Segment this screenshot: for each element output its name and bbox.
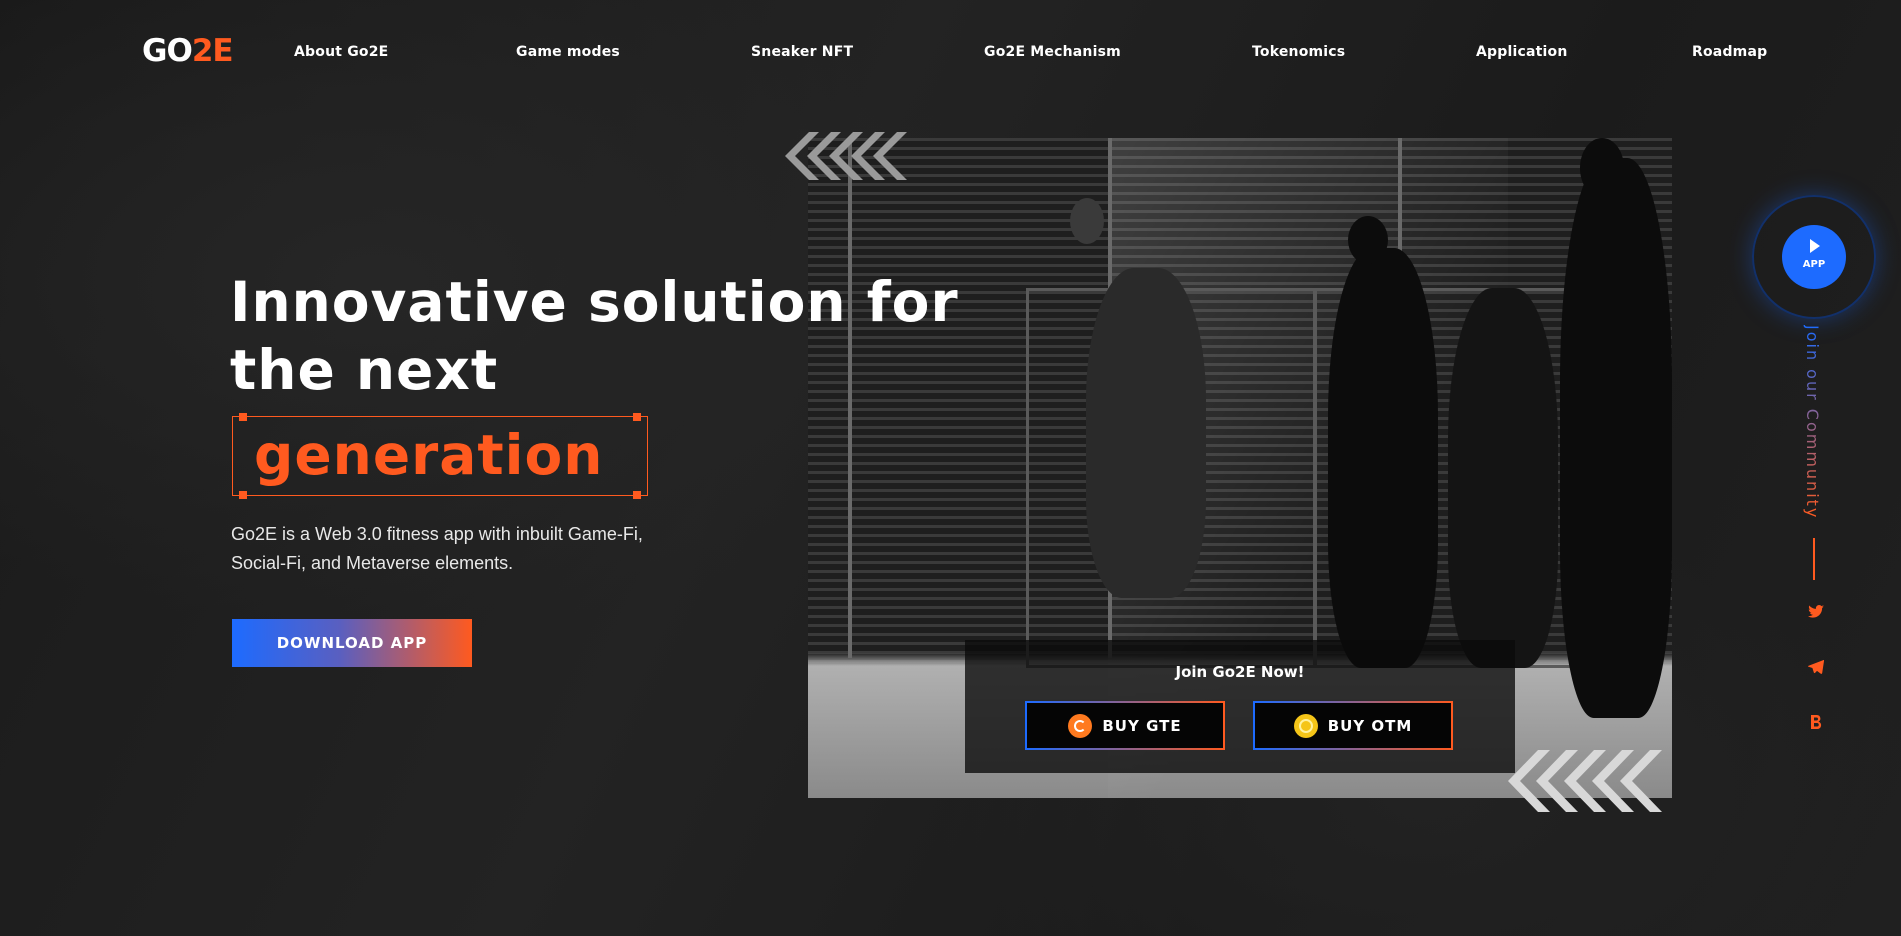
buy-otm-button[interactable]: BUY OTM bbox=[1253, 701, 1453, 750]
nav-roadmap[interactable]: Roadmap bbox=[1692, 44, 1767, 60]
telegram-icon[interactable] bbox=[1806, 657, 1826, 677]
join-title: Join Go2E Now! bbox=[1175, 663, 1305, 681]
app-play-button[interactable]: APP bbox=[1782, 225, 1846, 289]
nav-mechanism[interactable]: Go2E Mechanism bbox=[984, 44, 1121, 60]
download-app-button[interactable]: DOWNLOAD APP bbox=[232, 619, 472, 667]
join-community-label: Join our Community bbox=[1803, 325, 1822, 520]
nav-about[interactable]: About Go2E bbox=[294, 44, 388, 60]
hero-description: Go2E is a Web 3.0 fitness app with inbui… bbox=[231, 524, 643, 573]
play-icon bbox=[1810, 239, 1820, 253]
hero-title: Innovative solution for the next bbox=[230, 268, 959, 404]
nav-application[interactable]: Application bbox=[1476, 44, 1568, 60]
nav-game-modes[interactable]: Game modes bbox=[516, 44, 620, 60]
chevrons-right-decoration bbox=[1508, 750, 1662, 812]
logo-accent: 2E bbox=[191, 33, 234, 69]
hero-highlight-word: generation bbox=[254, 423, 604, 487]
gte-coin-icon bbox=[1068, 713, 1093, 738]
twitter-icon[interactable] bbox=[1806, 602, 1826, 622]
hero-title-line1: Innovative solution for bbox=[230, 270, 959, 334]
logo-main: GO bbox=[142, 33, 193, 69]
community-divider bbox=[1813, 538, 1815, 580]
buy-otm-label: BUY OTM bbox=[1327, 716, 1413, 735]
hero-title-line2: the next bbox=[230, 338, 499, 402]
medium-icon[interactable] bbox=[1806, 712, 1826, 732]
buy-gte-button[interactable]: BUY GTE bbox=[1025, 701, 1225, 750]
nav-tokenomics[interactable]: Tokenomics bbox=[1252, 44, 1345, 60]
nav-sneaker-nft[interactable]: Sneaker NFT bbox=[751, 44, 853, 60]
chevrons-left-decoration bbox=[785, 132, 907, 180]
buy-gte-label: BUY GTE bbox=[1102, 716, 1182, 735]
brand-logo[interactable]: GO2E bbox=[142, 33, 234, 69]
app-label: APP bbox=[1802, 259, 1826, 270]
otm-coin-icon bbox=[1293, 713, 1318, 738]
